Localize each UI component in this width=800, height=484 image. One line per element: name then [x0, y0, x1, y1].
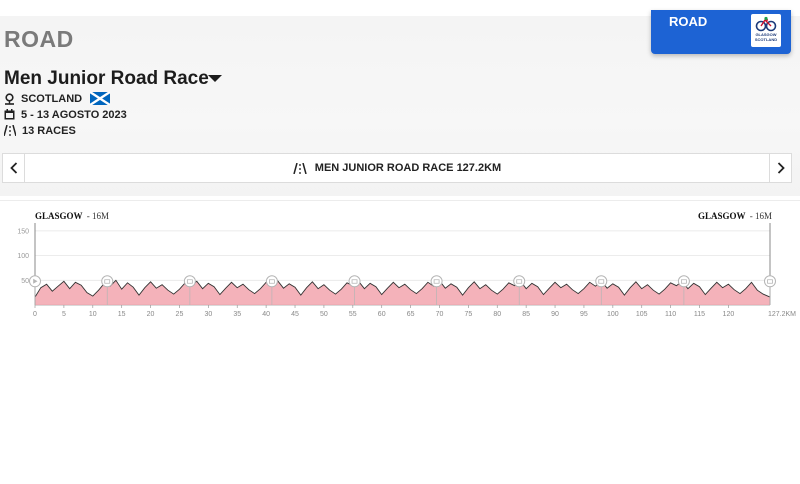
prev-race-button[interactable] — [3, 154, 25, 182]
dates-row: 5 - 13 AGOSTO 2023 — [4, 107, 127, 122]
y-axis-labels: 50 100 150 — [17, 228, 29, 284]
races-count-text: 13 RACES — [22, 124, 76, 137]
lap-marker-icon[interactable] — [513, 275, 526, 288]
lap-marker-icon[interactable] — [595, 275, 608, 288]
road-icon — [293, 162, 307, 174]
chevron-left-icon — [9, 162, 17, 174]
x-tick-label: 90 — [551, 311, 559, 318]
brand-label: ROAD — [669, 14, 708, 29]
finish-label: GLASGOW - 16M — [698, 211, 772, 221]
lap-marker-icon[interactable] — [430, 275, 443, 288]
lap-marker-icon[interactable] — [348, 275, 361, 288]
lap-marker-icon[interactable] — [265, 275, 278, 288]
x-tick-label: 10 — [89, 311, 97, 318]
x-tick-label: 85 — [522, 311, 530, 318]
road-icon — [4, 125, 16, 136]
dates-text: 5 - 13 AGOSTO 2023 — [21, 108, 127, 121]
location-row: SCOTLAND — [4, 91, 111, 106]
elevation-profile-panel: 50 100 150 0 5 10 15 20 25 30 35 40 45 50 55 60 65 70 75 8… — [0, 200, 800, 325]
x-axis-ticks: 0 5 10 15 20 25 30 35 40 45 50 55 60 65 70 75 80 85 90 95 10… — [33, 305, 796, 318]
profile-area — [35, 280, 770, 305]
section-title: ROAD — [4, 26, 74, 52]
x-tick-label: 70 — [436, 311, 444, 318]
start-elevation: 16M — [92, 211, 109, 221]
location-text: SCOTLAND — [21, 92, 83, 105]
x-tick-label: 35 — [233, 311, 241, 318]
races-row: 13 RACES — [4, 123, 76, 138]
bicycle-logo-icon — [755, 16, 777, 32]
x-tick-label: 100 — [607, 311, 619, 318]
x-tick-label: 15 — [118, 311, 126, 318]
scotland-flag-icon — [90, 92, 111, 105]
start-city: GLASGOW — [35, 211, 83, 221]
lap-marker-icon[interactable] — [677, 275, 690, 288]
x-end-label: 127.2KM — [768, 311, 796, 318]
x-tick-label: 40 — [262, 311, 270, 318]
x-tick-label: 95 — [580, 311, 588, 318]
x-tick-label: 110 — [665, 311, 676, 318]
race-dropdown-caret-icon[interactable] — [208, 75, 222, 82]
finish-city: GLASGOW — [698, 211, 746, 221]
championships-logo: GLASGOW SCOTLAND — [751, 14, 781, 47]
y-tick-label: 50 — [21, 278, 29, 285]
x-tick-label: 55 — [349, 311, 357, 318]
logo-text-country: SCOTLAND — [754, 37, 778, 42]
chevron-right-icon — [777, 162, 785, 174]
x-tick-label: 120 — [723, 311, 735, 318]
finish-elevation: 16M — [755, 211, 772, 221]
race-selector-label[interactable]: MEN JUNIOR ROAD RACE 127.2KM — [25, 154, 769, 182]
calendar-icon — [4, 109, 15, 120]
x-tick-label: 30 — [204, 311, 212, 318]
lap-marker-icon[interactable] — [183, 275, 196, 288]
x-tick-label: 105 — [636, 311, 648, 318]
x-tick-label: 5 — [62, 311, 66, 318]
elevation-profile-chart: 50 100 150 0 5 10 15 20 25 30 35 40 45 50 55 60 65 70 75 8… — [17, 211, 796, 318]
brand-card[interactable]: ROAD GLASGOW SCOTLAND — [651, 10, 791, 54]
x-tick-label: 75 — [464, 311, 472, 318]
race-title[interactable]: Men Junior Road Race — [4, 68, 209, 90]
lap-marker-icon[interactable] — [764, 275, 776, 288]
x-tick-label: 65 — [407, 311, 415, 318]
lap-marker-icon[interactable] — [101, 275, 114, 288]
x-tick-label: 115 — [694, 311, 705, 318]
y-tick-label: 150 — [17, 228, 29, 235]
x-tick-label: 25 — [176, 311, 184, 318]
x-tick-label: 50 — [320, 311, 328, 318]
y-tick-label: 100 — [17, 253, 29, 260]
x-tick-label: 20 — [147, 311, 155, 318]
x-tick-label: 45 — [291, 311, 299, 318]
race-selector-text: MEN JUNIOR ROAD RACE 127.2KM — [314, 162, 502, 174]
x-tick-label: 0 — [33, 311, 37, 318]
start-label: GLASGOW - 16M — [35, 211, 109, 221]
next-race-button[interactable] — [769, 154, 791, 182]
race-selector: MEN JUNIOR ROAD RACE 127.2KM — [2, 153, 792, 183]
location-pin-icon — [4, 92, 15, 105]
x-tick-label: 80 — [493, 311, 501, 318]
x-tick-label: 60 — [378, 311, 386, 318]
